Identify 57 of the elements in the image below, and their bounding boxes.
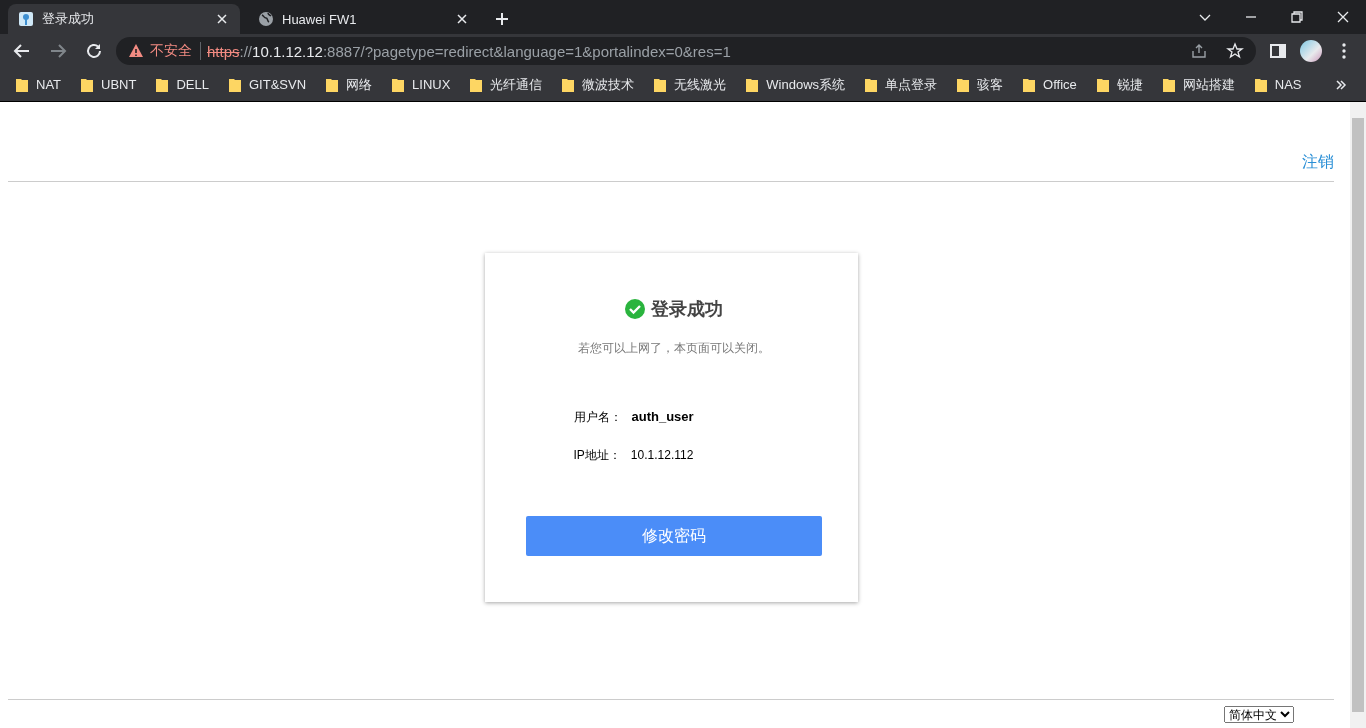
bookmark-folder[interactable]: 光纤通信 bbox=[462, 75, 551, 94]
bookmark-folder[interactable]: UBNT bbox=[73, 77, 145, 92]
new-tab-icon[interactable] bbox=[494, 11, 510, 27]
language-select[interactable]: 简体中文 bbox=[1224, 705, 1294, 723]
close-icon[interactable] bbox=[1335, 9, 1351, 25]
bookmark-folder[interactable]: 单点登录 bbox=[857, 75, 946, 94]
folder-icon bbox=[562, 77, 575, 92]
folder-icon bbox=[228, 77, 241, 92]
folder-icon bbox=[326, 77, 339, 92]
folder-icon bbox=[81, 77, 94, 92]
folder-icon bbox=[16, 77, 28, 92]
info-message: 若您可以上网了，本页面可以关闭。 bbox=[576, 340, 771, 357]
bookmark-folder[interactable]: 网络 bbox=[318, 75, 381, 94]
address-bar[interactable]: 不安全 https://10.1.12.12:8887/?pagetype=redirect&language=1&portalindex=0&res=1 bbox=[116, 37, 1256, 65]
folder-icon bbox=[156, 77, 169, 92]
folder-icon bbox=[746, 77, 759, 92]
logout-link[interactable]: 注销 bbox=[1302, 152, 1334, 173]
folder-icon bbox=[1023, 77, 1036, 92]
browser-tab[interactable]: Huawei FW1 bbox=[248, 4, 480, 34]
bookmark-folder[interactable]: NAT bbox=[8, 77, 70, 92]
folder-icon bbox=[1162, 77, 1175, 92]
globe-icon bbox=[258, 11, 274, 27]
scrollbar[interactable] bbox=[1350, 102, 1366, 728]
bookmark-folder[interactable]: DELL bbox=[148, 77, 217, 92]
double-chevron-icon[interactable] bbox=[1334, 77, 1348, 92]
share-icon[interactable] bbox=[1190, 42, 1208, 60]
bookmark-folder[interactable]: 骇客 bbox=[949, 75, 1012, 94]
security-label: 不安全 bbox=[150, 42, 192, 60]
warning-icon bbox=[128, 43, 144, 59]
folder-icon bbox=[1254, 77, 1267, 92]
browser-tab[interactable]: 登录成功 bbox=[8, 4, 240, 34]
bookmark-folder[interactable]: 锐捷 bbox=[1088, 75, 1151, 94]
bookmark-folder[interactable]: 网站搭建 bbox=[1154, 75, 1243, 94]
check-circle-icon bbox=[624, 299, 645, 319]
field-value: 10.1.12.112 bbox=[630, 448, 694, 462]
bookmark-folder[interactable]: GIT&SVN bbox=[220, 77, 315, 92]
url-text: https://10.1.12.12:8887/?pagetype=redirect&language=1&portalindex=0&res=1 bbox=[207, 42, 731, 60]
bookmark-folder[interactable]: NAS bbox=[1246, 77, 1310, 92]
folder-icon bbox=[957, 77, 970, 92]
folder-icon bbox=[1096, 77, 1109, 92]
success-title: 登录成功 bbox=[650, 298, 723, 321]
key-icon bbox=[18, 11, 34, 27]
bookmark-folder[interactable]: Office bbox=[1015, 77, 1085, 92]
field-label: IP地址： bbox=[573, 447, 621, 464]
field-label: 用户名： bbox=[573, 409, 622, 426]
folder-icon bbox=[865, 77, 878, 92]
folder-icon bbox=[392, 77, 405, 92]
field-value: auth_user bbox=[631, 409, 694, 424]
star-icon[interactable] bbox=[1226, 42, 1244, 60]
restore-icon[interactable] bbox=[1289, 9, 1305, 25]
bookmark-folder[interactable]: Windows系统 bbox=[738, 75, 854, 94]
bookmark-folder[interactable]: 无线激光 bbox=[646, 75, 735, 94]
profile-avatar[interactable] bbox=[1300, 40, 1322, 62]
bookmark-folder[interactable]: LINUX bbox=[384, 77, 459, 92]
folder-icon bbox=[470, 77, 483, 92]
bookmark-folder[interactable]: 微波技术 bbox=[554, 75, 643, 94]
folder-icon bbox=[654, 77, 667, 92]
